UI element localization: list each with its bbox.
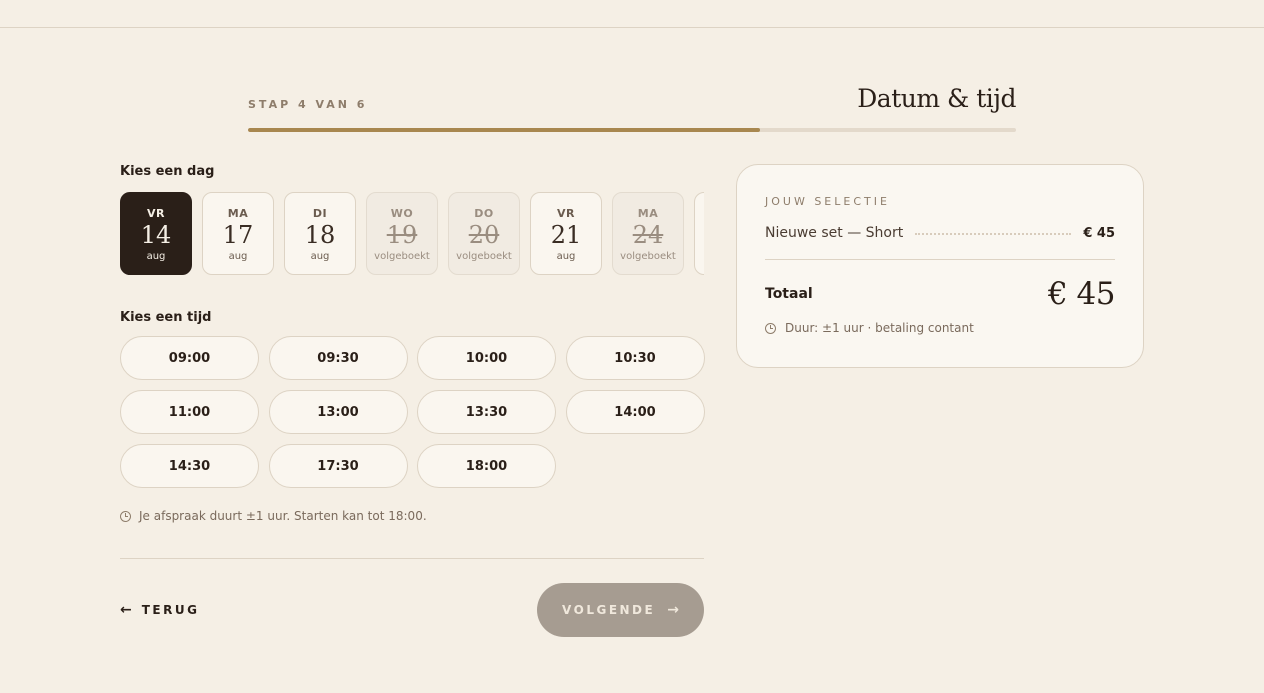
day-sublabel: volgeboekt	[374, 251, 430, 262]
day-number: 19	[386, 221, 418, 249]
day-option[interactable]: MA 17 aug	[202, 192, 274, 275]
total-price: € 45	[1047, 276, 1116, 312]
step-label: STAP 4 VAN 6	[248, 98, 368, 111]
time-slot-button[interactable]: 14:30	[120, 444, 259, 488]
day-sublabel: volgeboekt	[456, 251, 512, 262]
day-sublabel: aug	[556, 251, 576, 262]
day-sublabel: volgeboekt	[620, 251, 676, 262]
day-number: 20	[468, 221, 500, 249]
day-number: 18	[304, 221, 336, 249]
time-slot-button[interactable]: 13:30	[417, 390, 556, 434]
clock-icon	[765, 322, 776, 334]
day-option[interactable]: VR 21 aug	[530, 192, 602, 275]
duration-note: Je afspraak duurt ±1 uur. Starten kan to…	[120, 508, 704, 524]
day-option[interactable]	[694, 192, 704, 275]
summary-total-row: Totaal € 45	[765, 274, 1116, 314]
day-option[interactable]: VR 14 aug	[120, 192, 192, 275]
time-slot-button[interactable]: 14:00	[565, 390, 705, 434]
day-option: MA 24 volgeboekt	[612, 192, 684, 275]
day-number: 21	[550, 221, 582, 249]
day-weekday: MA	[227, 207, 249, 220]
time-picker: 09:00 09:30 10:00 10:30 11:00 13:00 13:30 14:00…	[120, 336, 705, 488]
progress-fill	[248, 128, 761, 132]
time-slot-button[interactable]: 10:00	[417, 336, 556, 380]
summary-duration: Duur: ±1 uur · betaling contant	[765, 320, 1115, 336]
time-slot-button[interactable]: 18:00	[417, 444, 556, 488]
day-option: DO 20 volgeboekt	[448, 192, 520, 275]
day-option[interactable]: DI 18 aug	[284, 192, 356, 275]
clock-icon	[120, 510, 131, 522]
day-number: 17	[222, 221, 254, 249]
day-weekday: DO	[474, 207, 494, 220]
arrow-left-icon: ←	[120, 602, 132, 618]
summary-title: JOUW SELECTIE	[765, 195, 890, 208]
summary-line-item: Nieuwe set — Short € 45	[765, 223, 1115, 243]
progress-bar	[248, 128, 1016, 132]
day-weekday: DI	[312, 207, 328, 220]
time-section-label: Kies een tijd	[120, 310, 212, 325]
page-title: Datum & tijd	[857, 84, 1016, 113]
selection-summary: JOUW SELECTIE Nieuwe set — Short € 45 To…	[736, 164, 1144, 368]
back-button[interactable]: ← TERUG	[120, 600, 199, 620]
divider	[120, 558, 704, 559]
day-number: 24	[632, 221, 664, 249]
back-button-label: TERUG	[141, 603, 200, 617]
day-weekday: MA	[637, 207, 659, 220]
day-sublabel: aug	[228, 251, 248, 262]
summary-divider	[765, 259, 1115, 260]
summary-item-name: Nieuwe set — Short	[765, 225, 904, 241]
day-sublabel: aug	[146, 251, 166, 262]
summary-item-price: € 45	[1083, 225, 1115, 241]
day-weekday: VR	[557, 207, 575, 220]
booking-form: Kies een dag VR 14 aug MA 17 aug DI 18 aug WO 19 vo…	[120, 164, 705, 524]
time-slot-button[interactable]: 09:30	[268, 336, 408, 380]
time-slot-button[interactable]: 09:00	[120, 336, 259, 380]
next-button[interactable]: VOLGENDE →	[537, 583, 704, 637]
day-weekday: VR	[147, 207, 165, 220]
day-picker: VR 14 aug MA 17 aug DI 18 aug WO 19 volgeboekt DO 20 v…	[120, 192, 704, 276]
day-sublabel: aug	[310, 251, 330, 262]
duration-note-text: Je afspraak duurt ±1 uur. Starten kan to…	[139, 509, 427, 523]
day-option: WO 19 volgeboekt	[366, 192, 438, 275]
total-label: Totaal	[765, 286, 813, 302]
day-weekday: WO	[390, 207, 414, 220]
time-slot-button[interactable]: 10:30	[565, 336, 705, 380]
time-slot-button[interactable]: 17:30	[268, 444, 408, 488]
time-slot-button[interactable]: 13:00	[268, 390, 408, 434]
summary-duration-text: Duur: ±1 uur · betaling contant	[785, 321, 974, 335]
day-section-label: Kies een dag	[120, 164, 215, 179]
day-number: 14	[140, 221, 172, 249]
time-slot-button[interactable]: 11:00	[120, 390, 259, 434]
dotted-leader	[915, 233, 1072, 235]
step-header: STAP 4 VAN 6 Datum & tijd	[248, 84, 1016, 134]
top-bar	[0, 0, 1264, 28]
next-button-label: VOLGENDE	[562, 603, 656, 617]
arrow-right-icon: →	[667, 602, 679, 618]
